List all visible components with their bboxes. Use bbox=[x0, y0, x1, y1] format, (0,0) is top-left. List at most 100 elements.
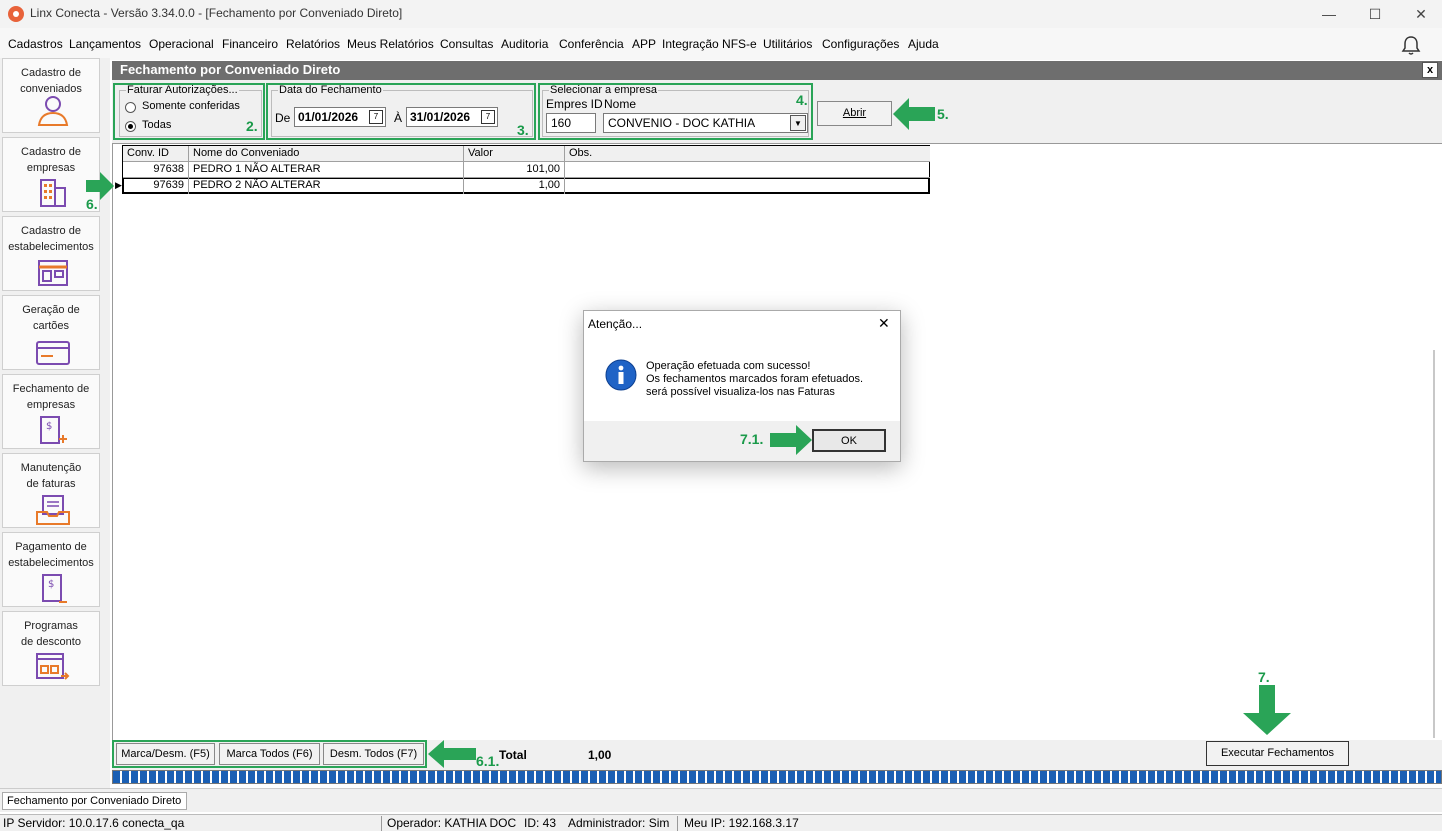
radio-somente-conferidas[interactable] bbox=[125, 102, 136, 113]
menu-meus-relatorios[interactable]: Meus Relatórios bbox=[347, 37, 434, 51]
date-from-value: 01/01/2026 bbox=[298, 110, 359, 124]
sidebar-item-pagamento-estabelecimentos[interactable]: Pagamento de estabelecimentos $ bbox=[2, 532, 100, 607]
desm-todos-button[interactable]: Desm. Todos (F7) bbox=[323, 743, 424, 765]
dialog-message-line: será possível visualiza-los nas Faturas bbox=[646, 386, 835, 398]
sidebar-item-geracao-cartoes[interactable]: Geração de cartões bbox=[2, 295, 100, 370]
empresa-nome-select[interactable]: CONVENIO - DOC KATHIA bbox=[603, 113, 808, 133]
column-header-nome[interactable]: Nome do Conveniado bbox=[189, 146, 464, 162]
conveniados-grid: Conv. ID Nome do Conveniado Valor Obs. 9… bbox=[122, 145, 930, 194]
column-header-valor[interactable]: Valor bbox=[464, 146, 565, 162]
app-logo-icon bbox=[8, 6, 24, 22]
table-cell-obs[interactable] bbox=[565, 162, 930, 178]
green-arrow-down-icon bbox=[1243, 685, 1291, 735]
card-icon bbox=[36, 341, 70, 365]
table-cell-id[interactable]: 97639 bbox=[123, 178, 189, 194]
status-meu-ip: Meu IP: 192.168.3.17 bbox=[684, 816, 799, 830]
status-bar: IP Servidor: 10.0.17.6 conecta_qa Operad… bbox=[0, 814, 1442, 831]
green-arrow-left-icon bbox=[428, 740, 476, 768]
calendar-to-icon[interactable]: 7 bbox=[481, 110, 495, 124]
status-id: ID: 43 bbox=[524, 816, 557, 830]
sidebar-item-cadastro-estabelecimentos[interactable]: Cadastro de estabelecimentos bbox=[2, 216, 100, 291]
sidebar: Cadastro de conveniados Cadastro de empr… bbox=[0, 58, 110, 793]
table-cell-valor[interactable]: 1,00 bbox=[464, 178, 565, 194]
menu-operacional[interactable]: Operacional bbox=[149, 37, 214, 51]
maximize-button[interactable]: ☐ bbox=[1352, 0, 1398, 28]
progress-bar bbox=[112, 770, 1442, 784]
tab-fechamento-conveniado[interactable]: Fechamento por Conveniado Direto bbox=[2, 792, 187, 810]
info-icon bbox=[605, 359, 637, 391]
dialog-message-line: Os fechamentos marcados foram efetuados. bbox=[646, 373, 864, 385]
menu-integracao-nfse[interactable]: Integração NFS-e bbox=[662, 37, 757, 51]
step-6-label: 6. bbox=[86, 196, 98, 212]
table-cell-nome[interactable]: PEDRO 1 NÃO ALTERAR bbox=[189, 162, 464, 178]
menu-relatorios[interactable]: Relatórios bbox=[286, 37, 340, 51]
sidebar-item-label: Geração de cartões bbox=[22, 304, 80, 332]
person-icon bbox=[37, 96, 69, 126]
menu-cadastros[interactable]: Cadastros bbox=[8, 37, 63, 51]
table-cell-nome[interactable]: PEDRO 2 NÃO ALTERAR bbox=[189, 178, 464, 194]
chevron-down-icon[interactable]: ▼ bbox=[790, 115, 806, 131]
dialog-message: Operação efetuada com sucesso! Os fecham… bbox=[646, 360, 863, 399]
abrir-button[interactable]: Abrir bbox=[817, 101, 892, 126]
column-header-obs[interactable]: Obs. bbox=[565, 146, 930, 162]
step-5-label: 5. bbox=[937, 106, 949, 122]
radio-todas[interactable] bbox=[125, 121, 136, 132]
status-operador: Operador: KATHIA DOC bbox=[387, 816, 517, 830]
menu-consultas[interactable]: Consultas bbox=[440, 37, 493, 51]
radio-somente-conferidas-label: Somente conferidas bbox=[142, 100, 240, 112]
table-cell-id[interactable]: 97638 bbox=[123, 162, 189, 178]
receipt-icon: $ bbox=[42, 574, 67, 603]
menu-utilitarios[interactable]: Utilitários bbox=[763, 37, 812, 51]
window-title: Linx Conecta - Versão 3.34.0.0 - [Fecham… bbox=[30, 6, 403, 20]
svg-text:$: $ bbox=[46, 421, 52, 432]
sidebar-item-cadastro-conveniados[interactable]: Cadastro de conveniados bbox=[2, 58, 100, 133]
sidebar-item-label: Pagamento de estabelecimentos bbox=[8, 541, 94, 569]
marca-todos-button[interactable]: Marca Todos (F6) bbox=[219, 743, 320, 765]
menu-app[interactable]: APP bbox=[632, 37, 656, 51]
table-cell-obs[interactable] bbox=[565, 178, 928, 194]
menu-financeiro[interactable]: Financeiro bbox=[222, 37, 278, 51]
status-administrador: Administrador: Sim bbox=[565, 816, 678, 831]
row-pointer-icon: ▶ bbox=[115, 180, 122, 190]
invoice-plus-icon: $ bbox=[40, 416, 67, 444]
dialog-footer: 7.1. OK bbox=[584, 421, 900, 461]
dialog-message-line: Operação efetuada com sucesso! bbox=[646, 360, 811, 372]
step-2-label: 2. bbox=[246, 118, 258, 134]
menu-lancamentos[interactable]: Lançamentos bbox=[69, 37, 141, 51]
calendar-from-icon[interactable]: 7 bbox=[369, 110, 383, 124]
table-row-selected[interactable]: 97639 PEDRO 2 NÃO ALTERAR 1,00 bbox=[123, 178, 929, 194]
menu-auditoria[interactable]: Auditoria bbox=[501, 37, 548, 51]
green-arrow-right-icon bbox=[770, 425, 812, 455]
ok-button[interactable]: OK bbox=[812, 429, 886, 452]
green-arrow-left-icon bbox=[893, 98, 935, 130]
form-close-button[interactable]: x bbox=[1422, 62, 1438, 78]
scrollbar[interactable] bbox=[1433, 350, 1435, 738]
store-icon bbox=[38, 260, 68, 286]
close-window-button[interactable]: ✕ bbox=[1398, 0, 1442, 28]
sidebar-item-fechamento-empresas[interactable]: Fechamento de empresas $ bbox=[2, 374, 100, 449]
step-61-label: 6.1. bbox=[476, 753, 500, 769]
executar-fechamentos-button[interactable]: Executar Fechamentos bbox=[1206, 741, 1349, 766]
building-icon bbox=[40, 179, 66, 207]
menu-ajuda[interactable]: Ajuda bbox=[908, 37, 939, 51]
de-label: De bbox=[275, 111, 291, 125]
sidebar-item-programas-desconto[interactable]: Programas de desconto bbox=[2, 611, 100, 686]
sidebar-item-manutencao-faturas[interactable]: Manutenção de faturas bbox=[2, 453, 100, 528]
marca-desm-button[interactable]: Marca/Desm. (F5) bbox=[116, 743, 215, 765]
minimize-button[interactable]: — bbox=[1306, 0, 1352, 28]
menu-conferencia[interactable]: Conferência bbox=[559, 37, 624, 51]
date-to-value: 31/01/2026 bbox=[410, 110, 471, 124]
ate-label: À bbox=[394, 111, 403, 125]
table-cell-valor[interactable]: 101,00 bbox=[464, 162, 565, 178]
sidebar-item-label: Programas de desconto bbox=[21, 620, 81, 648]
empresa-id-input[interactable]: 160 bbox=[546, 113, 596, 133]
dialog-close-button[interactable]: ✕ bbox=[878, 315, 890, 332]
menu-configuracoes[interactable]: Configurações bbox=[822, 37, 899, 51]
svg-text:$: $ bbox=[48, 579, 54, 590]
bell-icon[interactable] bbox=[1400, 34, 1422, 56]
status-ip-servidor: IP Servidor: 10.0.17.6 conecta_qa bbox=[0, 816, 382, 831]
sidebar-item-label: Fechamento de empresas bbox=[12, 383, 90, 411]
step-71-label: 7.1. bbox=[740, 431, 764, 447]
column-header-conv-id[interactable]: Conv. ID bbox=[123, 146, 189, 162]
alert-dialog: Atenção... ✕ Operação efetuada com suces… bbox=[583, 310, 901, 462]
